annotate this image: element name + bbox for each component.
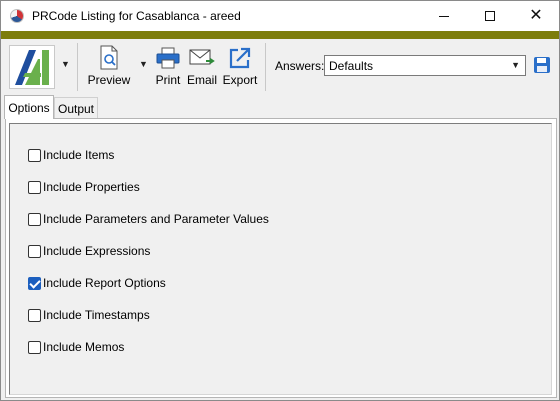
- floppy-disk-icon: [534, 57, 550, 73]
- printer-icon: [156, 45, 180, 71]
- preview-button[interactable]: Preview: [87, 43, 131, 91]
- title-bar: PRCode Listing for Casablanca - areed ✕: [1, 1, 559, 31]
- answers-label: Answers:: [275, 59, 325, 73]
- include-expressions-label: Include Expressions: [43, 244, 151, 258]
- accent-band: [1, 31, 559, 39]
- answers-value: Defaults: [329, 59, 374, 73]
- options-panel: Include Items Include Properties Include…: [5, 118, 557, 398]
- app-pie-icon: [10, 9, 24, 23]
- preview-dropdown-arrow[interactable]: ▼: [139, 59, 148, 69]
- tab-output[interactable]: Output: [54, 97, 98, 119]
- toolbar-separator: [77, 43, 78, 91]
- print-label: Print: [155, 73, 181, 87]
- toolbar-separator: [265, 43, 266, 91]
- options-group: Include Items Include Properties Include…: [9, 123, 552, 395]
- minimize-icon: [439, 15, 449, 17]
- document-magnify-icon: [98, 45, 120, 71]
- toolbar: ▼ Preview ▼ Print Email Export Answers: …: [1, 39, 559, 95]
- include-timestamps-option[interactable]: Include Timestamps: [28, 307, 150, 323]
- include-timestamps-checkbox[interactable]: [28, 308, 41, 322]
- answers-dropdown[interactable]: Defaults ▼: [324, 55, 526, 76]
- include-items-label: Include Items: [43, 148, 115, 162]
- include-items-option[interactable]: Include Items: [28, 147, 114, 163]
- include-report-options-label: Include Report Options: [43, 276, 166, 290]
- include-expressions-option[interactable]: Include Expressions: [28, 243, 150, 259]
- include-report-options-checkbox[interactable]: [28, 276, 41, 290]
- include-properties-checkbox[interactable]: [28, 180, 41, 194]
- include-parameters-checkbox[interactable]: [28, 212, 41, 226]
- close-icon: ✕: [529, 7, 543, 24]
- window-title: PRCode Listing for Casablanca - areed: [32, 9, 241, 23]
- include-timestamps-label: Include Timestamps: [43, 308, 150, 322]
- logo-dropdown-arrow[interactable]: ▼: [61, 59, 70, 69]
- chevron-down-icon: ▼: [511, 60, 520, 70]
- app-logo-button[interactable]: [9, 45, 55, 89]
- report-window: PRCode Listing for Casablanca - areed ✕ …: [0, 0, 560, 401]
- include-memos-label: Include Memos: [43, 340, 125, 354]
- include-memos-checkbox[interactable]: [28, 340, 41, 354]
- app-logo-icon: [15, 50, 49, 85]
- print-button[interactable]: Print: [153, 43, 183, 91]
- envelope-icon: [189, 45, 215, 71]
- tab-options[interactable]: Options: [4, 95, 54, 119]
- include-memos-option[interactable]: Include Memos: [28, 339, 124, 355]
- close-button[interactable]: ✕: [513, 1, 559, 31]
- email-button[interactable]: Email: [187, 43, 217, 91]
- include-parameters-label: Include Parameters and Parameter Values: [43, 212, 269, 226]
- save-answers-button[interactable]: [533, 56, 551, 74]
- include-report-options-option[interactable]: Include Report Options: [28, 275, 166, 291]
- email-label: Email: [187, 73, 218, 87]
- tab-strip: Options Output: [1, 95, 559, 119]
- include-properties-label: Include Properties: [43, 180, 140, 194]
- preview-label: Preview: [87, 73, 131, 87]
- export-arrow-icon: [228, 45, 252, 71]
- minimize-button[interactable]: [421, 1, 467, 31]
- include-parameters-option[interactable]: Include Parameters and Parameter Values: [28, 211, 269, 227]
- export-button[interactable]: Export: [222, 43, 258, 91]
- maximize-icon: [485, 11, 495, 21]
- include-items-checkbox[interactable]: [28, 148, 41, 162]
- include-expressions-checkbox[interactable]: [28, 244, 41, 258]
- include-properties-option[interactable]: Include Properties: [28, 179, 140, 195]
- maximize-button[interactable]: [467, 1, 513, 31]
- export-label: Export: [222, 73, 258, 87]
